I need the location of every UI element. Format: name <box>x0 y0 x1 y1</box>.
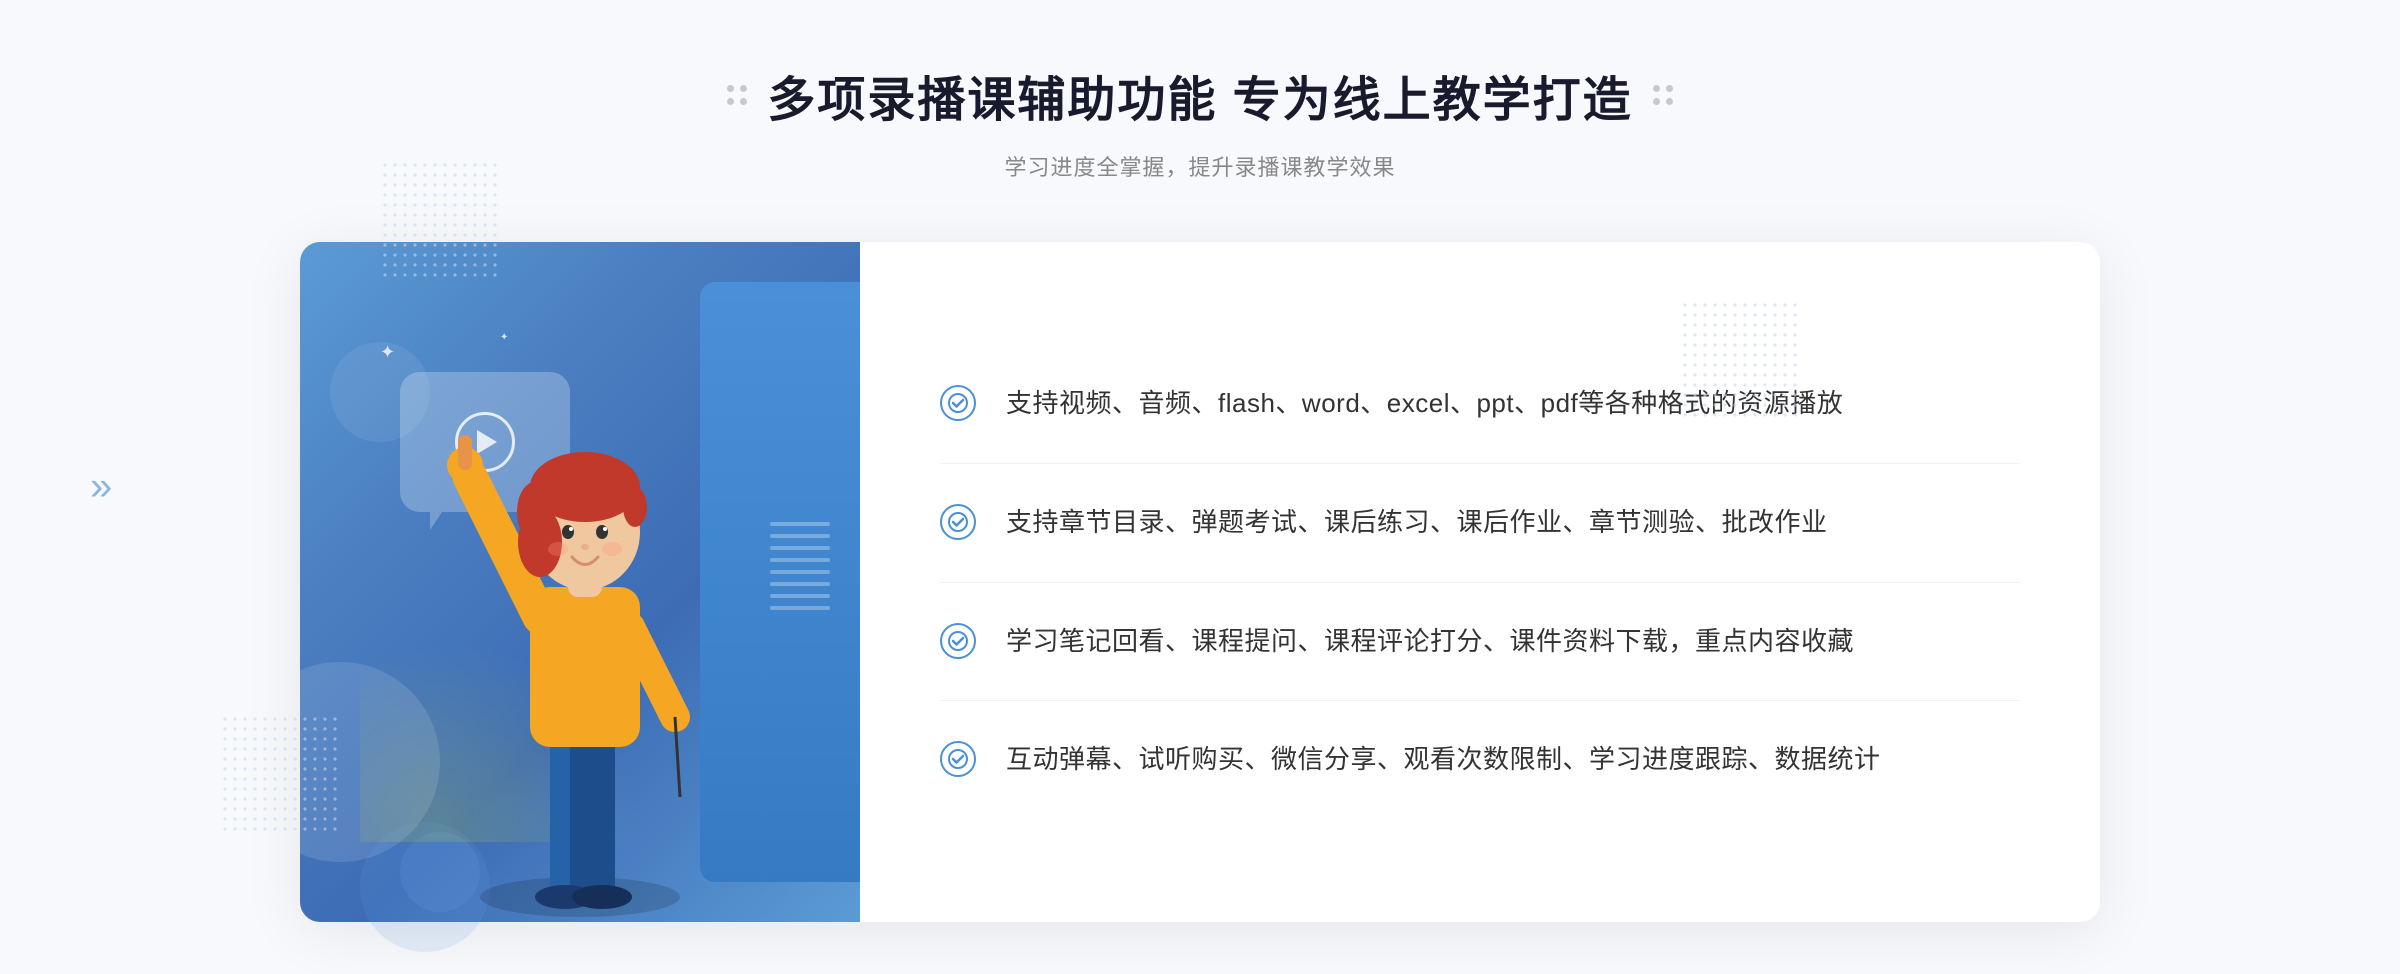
sparkle-decoration-1: ✦ <box>380 342 395 363</box>
person-illustration <box>420 357 740 922</box>
feature-text-4: 互动弹幕、试听购买、微信分享、观看次数限制、学习进度跟踪、数据统计 <box>1006 739 1881 781</box>
check-circle-4 <box>940 741 976 777</box>
feature-text-3: 学习笔记回看、课程提问、课程评论打分、课件资料下载，重点内容收藏 <box>1006 621 1854 663</box>
check-icon-3 <box>940 623 976 659</box>
header-section: 多项录播课辅助功能 专为线上教学打造 学习进度全掌握，提升录播课教学效果 <box>727 60 1672 182</box>
feature-text-2: 支持章节目录、弹题考试、课后练习、课后作业、章节测验、批改作业 <box>1006 502 1828 544</box>
stripes-decoration <box>770 522 830 642</box>
feature-item-4: 互动弹幕、试听购买、微信分享、观看次数限制、学习进度跟踪、数据统计 <box>940 701 2020 819</box>
check-circle-3 <box>940 623 976 659</box>
content-card: ✦ ✦ <box>300 242 2100 922</box>
page-subtitle: 学习进度全掌握，提升录播课教学效果 <box>727 150 1672 182</box>
page-title: 多项录播课辅助功能 专为线上教学打造 <box>767 60 1632 130</box>
features-area: 支持视频、音频、flash、word、excel、ppt、pdf等各种格式的资源… <box>860 242 2100 922</box>
check-circle-2 <box>940 504 976 540</box>
check-icon-4 <box>940 741 976 777</box>
page-container: » 多项录播课辅助功能 专为线上教学打造 学习进度全掌握，提升录播课教学效果 <box>0 0 2400 974</box>
dots-top-left-decoration <box>380 160 500 280</box>
right-dots-decoration <box>1653 85 1673 105</box>
sparkle-decoration-2: ✦ <box>500 332 508 343</box>
dots-right-decoration <box>1680 300 1800 420</box>
check-circle-1 <box>940 385 976 421</box>
feature-item-1: 支持视频、音频、flash、word、excel、ppt、pdf等各种格式的资源… <box>940 345 2020 464</box>
feature-item-2: 支持章节目录、弹题考试、课后练习、课后作业、章节测验、批改作业 <box>940 464 2020 583</box>
illustration-area: ✦ ✦ <box>300 242 860 922</box>
chevron-left-decoration: » <box>90 465 112 510</box>
left-dots-decoration <box>727 85 747 105</box>
feature-item-3: 学习笔记回看、课程提问、课程评论打分、课件资料下载，重点内容收藏 <box>940 583 2020 702</box>
check-icon-2 <box>940 504 976 540</box>
check-icon-1 <box>940 385 976 421</box>
title-row: 多项录播课辅助功能 专为线上教学打造 <box>727 60 1672 130</box>
dots-bottom-left-decoration <box>220 714 340 834</box>
